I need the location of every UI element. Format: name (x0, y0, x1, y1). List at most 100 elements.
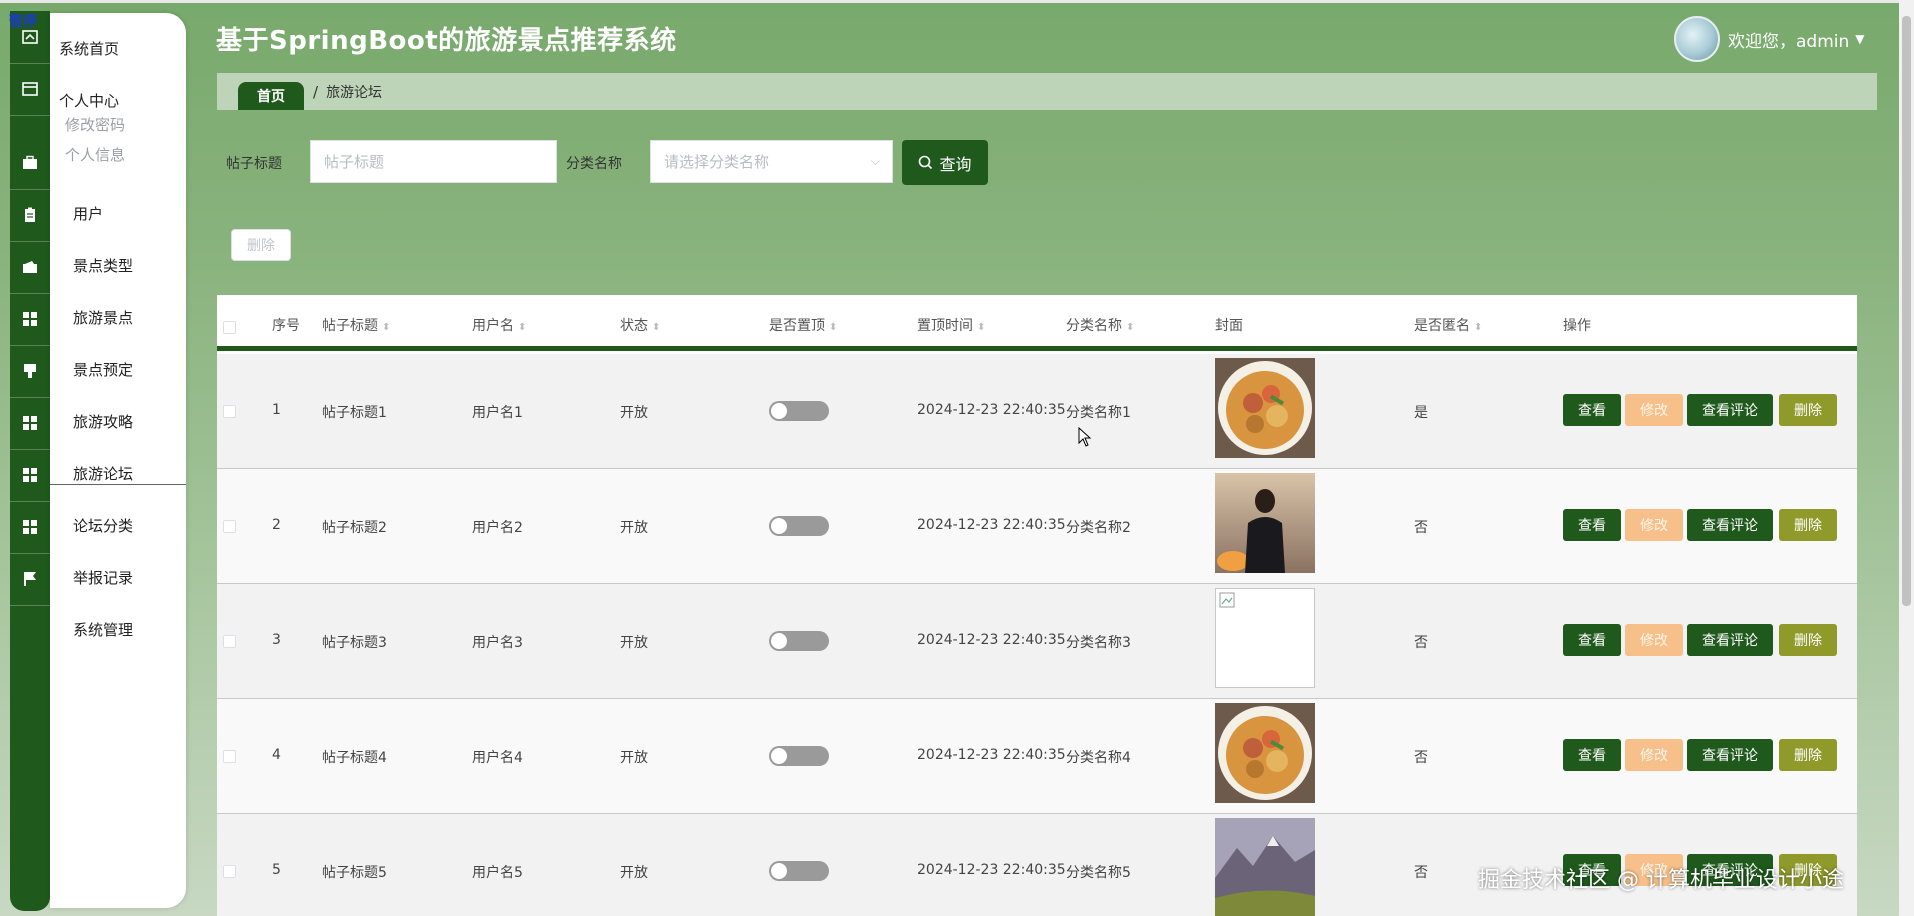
cell-anonymous: 是 (1414, 405, 1428, 421)
cell-username: 用户名4 (472, 750, 523, 766)
cell-index: 2 (272, 517, 281, 533)
table-row[interactable]: 1 帖子标题1 用户名1 开放 2024-12-23 22:40:35 分类名称… (217, 354, 1857, 469)
view-comments-button[interactable]: 查看评论 (1687, 394, 1773, 426)
view-button[interactable]: 查看 (1563, 509, 1621, 541)
chevron-down-icon: ⌵ (870, 154, 880, 168)
user-center-icon[interactable] (10, 63, 50, 116)
scrollbar-thumb[interactable] (1902, 16, 1911, 606)
breadcrumb-home[interactable]: 首页 (238, 82, 304, 110)
view-button[interactable]: 查看 (1563, 739, 1621, 771)
sidebar-item-forum[interactable]: 旅游论坛 (50, 447, 209, 499)
sidebar-item-reports[interactable]: 举报记录 (50, 551, 209, 603)
table-row[interactable]: 4 帖子标题4 用户名4 开放 2024-12-23 22:40:35 分类名称… (217, 699, 1857, 814)
cover-image-person[interactable] (1215, 473, 1315, 573)
cover-image-broken[interactable] (1215, 588, 1315, 688)
view-button[interactable]: 查看 (1563, 624, 1621, 656)
clipboard-icon[interactable] (10, 189, 50, 242)
breadcrumb: 首页 / 旅游论坛 (217, 73, 1877, 110)
user-menu[interactable]: 欢迎您，admin ▼ (1674, 16, 1865, 62)
page-scrollbar[interactable] (1899, 0, 1914, 916)
toggle-knob (771, 518, 787, 534)
batch-delete-button[interactable]: 删除 (231, 229, 291, 261)
flag-icon[interactable] (10, 553, 50, 606)
cell-category: 分类名称3 (1066, 635, 1131, 651)
pinned-toggle[interactable] (769, 861, 829, 881)
chevron-down-icon[interactable]: ▼ (1855, 32, 1864, 46)
cell-index: 4 (272, 747, 281, 763)
sort-icon[interactable]: ⬍ (518, 322, 526, 333)
sidebar-item-guides[interactable]: 旅游攻略 (50, 395, 209, 447)
breadcrumb-current: 旅游论坛 (326, 84, 383, 101)
table-row[interactable]: 2 帖子标题2 用户名2 开放 2024-12-23 22:40:35 分类名称… (217, 469, 1857, 584)
pinned-toggle[interactable] (769, 401, 829, 421)
sort-icon[interactable]: ⬍ (977, 322, 985, 333)
sidebar-item-system[interactable]: 系统管理 (50, 603, 209, 655)
delete-button[interactable]: 删除 (1779, 394, 1837, 426)
sort-icon[interactable]: ⬍ (1126, 322, 1134, 333)
sort-icon[interactable]: ⬍ (382, 322, 390, 333)
sidebar-item-home[interactable]: 系统首页 (50, 22, 195, 74)
edit-button[interactable]: 修改 (1625, 509, 1683, 541)
grid-icon[interactable] (10, 293, 50, 346)
table-row[interactable]: 3 帖子标题3 用户名3 开放 2024-12-23 22:40:35 分类名称… (217, 584, 1857, 699)
pinned-toggle[interactable] (769, 516, 829, 536)
sort-icon[interactable]: ⬍ (652, 322, 660, 333)
delete-button[interactable]: 删除 (1779, 624, 1837, 656)
view-comments-button[interactable]: 查看评论 (1687, 739, 1773, 771)
sort-icon[interactable]: ⬍ (829, 322, 837, 333)
header-pin-time[interactable]: 置顶时间 ⬍ (917, 315, 985, 335)
sort-icon[interactable]: ⬍ (1474, 322, 1482, 333)
cover-image-food[interactable] (1215, 358, 1315, 458)
cell-title: 帖子标题2 (322, 520, 387, 536)
query-button[interactable]: 查询 (902, 140, 988, 185)
briefcase-icon[interactable] (10, 137, 50, 190)
avatar[interactable] (1674, 16, 1720, 62)
edit-button[interactable]: 修改 (1625, 624, 1683, 656)
cover-image-food[interactable] (1215, 703, 1315, 803)
header-anonymous[interactable]: 是否匿名 ⬍ (1414, 315, 1482, 335)
header-pin-time-label: 置顶时间 (917, 318, 973, 334)
header-status[interactable]: 状态 ⬍ (620, 315, 660, 335)
header-category[interactable]: 分类名称 ⬍ (1066, 315, 1134, 335)
bookmark-icon[interactable] (10, 345, 50, 398)
title-search-input[interactable]: 帖子标题 (310, 140, 557, 183)
cell-index: 3 (272, 632, 281, 648)
sidebar-item-bookings[interactable]: 景点预定 (50, 343, 209, 395)
row-checkbox[interactable] (223, 520, 236, 533)
delete-button[interactable]: 删除 (1779, 739, 1837, 771)
cell-title: 帖子标题5 (322, 865, 387, 881)
header-pinned[interactable]: 是否置顶 ⬍ (769, 315, 837, 335)
edit-button[interactable]: 修改 (1625, 394, 1683, 426)
view-comments-button[interactable]: 查看评论 (1687, 509, 1773, 541)
category-select[interactable]: 请选择分类名称 ⌵ (650, 140, 893, 183)
grid-icon[interactable] (10, 501, 50, 554)
app-title: 基于SpringBoot的旅游景点推荐系统 (216, 26, 677, 56)
sidebar-item-users[interactable]: 用户 (50, 187, 209, 239)
header-actions: 操作 (1563, 318, 1591, 334)
pinned-toggle[interactable] (769, 746, 829, 766)
cell-status: 开放 (620, 520, 648, 536)
view-button[interactable]: 查看 (1563, 394, 1621, 426)
edit-button[interactable]: 修改 (1625, 739, 1683, 771)
grid-icon[interactable] (10, 397, 50, 450)
row-checkbox[interactable] (223, 635, 236, 648)
welcome-text[interactable]: 欢迎您，admin (1728, 27, 1849, 52)
sidebar-item-spots[interactable]: 旅游景点 (50, 291, 209, 343)
pause-label[interactable]: 暂停 (9, 11, 37, 31)
sidebar-item-forum-categories[interactable]: 论坛分类 (50, 499, 209, 551)
wallet-icon[interactable] (10, 241, 50, 294)
sidebar-item-change-password[interactable]: 修改密码 (65, 114, 125, 135)
grid-icon[interactable] (10, 449, 50, 502)
sidebar-item-spot-types[interactable]: 景点类型 (50, 239, 209, 291)
row-checkbox[interactable] (223, 865, 236, 878)
cover-image-mountain[interactable] (1215, 818, 1315, 916)
row-checkbox[interactable] (223, 405, 236, 418)
delete-button[interactable]: 删除 (1779, 509, 1837, 541)
header-username[interactable]: 用户名 ⬍ (472, 315, 526, 335)
select-all-checkbox[interactable] (223, 321, 236, 334)
pinned-toggle[interactable] (769, 631, 829, 651)
header-title[interactable]: 帖子标题 ⬍ (322, 315, 390, 335)
view-comments-button[interactable]: 查看评论 (1687, 624, 1773, 656)
row-checkbox[interactable] (223, 750, 236, 763)
sidebar-item-personal-info[interactable]: 个人信息 (65, 144, 125, 165)
